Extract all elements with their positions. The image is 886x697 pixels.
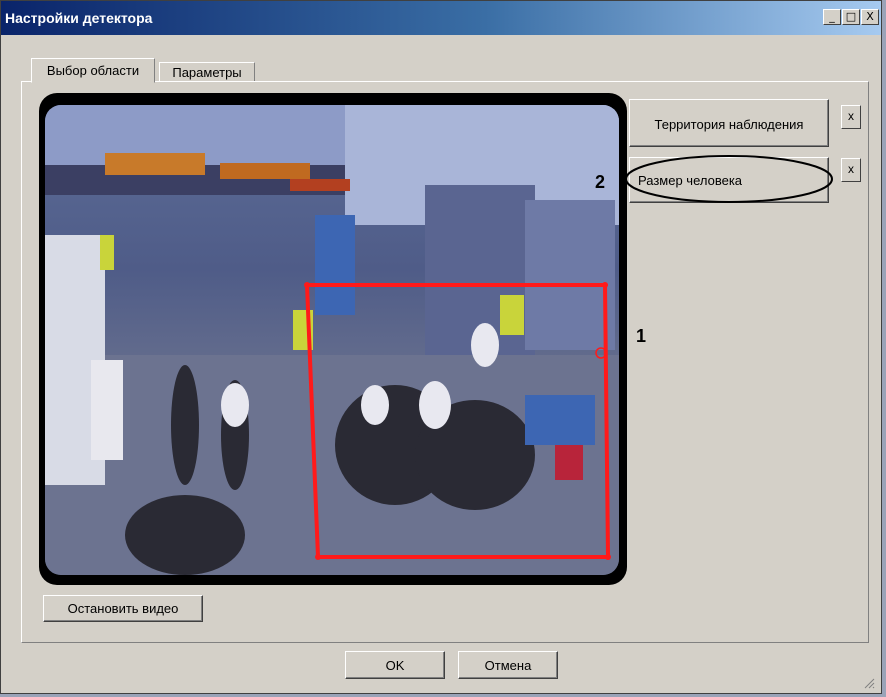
close-button[interactable]: X [861, 9, 879, 25]
tab-parameters[interactable]: Параметры [159, 62, 255, 82]
highlight-ellipse [625, 155, 833, 203]
annotation-2: 2 [595, 172, 606, 192]
cancel-button[interactable]: Отмена [458, 651, 558, 679]
remove-area-button[interactable]: x [841, 105, 861, 129]
corner-handle[interactable] [304, 282, 310, 288]
video-preview[interactable] [39, 93, 627, 585]
camera-frame [45, 105, 619, 575]
tab-area-selection[interactable]: Выбор области [31, 58, 155, 83]
annotation-1: 1 [636, 326, 647, 346]
stop-video-button[interactable]: Остановить видео [43, 595, 203, 622]
remove-person-size-button[interactable]: x [841, 158, 861, 182]
corner-handle[interactable] [602, 282, 608, 288]
window-title: Настройки детектора [5, 10, 153, 26]
camera-scene [45, 105, 619, 575]
area-button[interactable]: Территория наблюдения [629, 99, 829, 147]
minimize-button[interactable]: _ [823, 9, 841, 25]
detector-settings-window: Настройки детектора _ □ X Выбор области … [0, 0, 882, 694]
title-bar[interactable]: Настройки детектора _ □ X [1, 1, 881, 35]
corner-handle[interactable] [315, 554, 321, 560]
resize-grip[interactable] [863, 677, 875, 689]
corner-handle[interactable] [605, 554, 611, 560]
maximize-button[interactable]: □ [842, 9, 860, 25]
ok-button[interactable]: OK [345, 651, 445, 679]
